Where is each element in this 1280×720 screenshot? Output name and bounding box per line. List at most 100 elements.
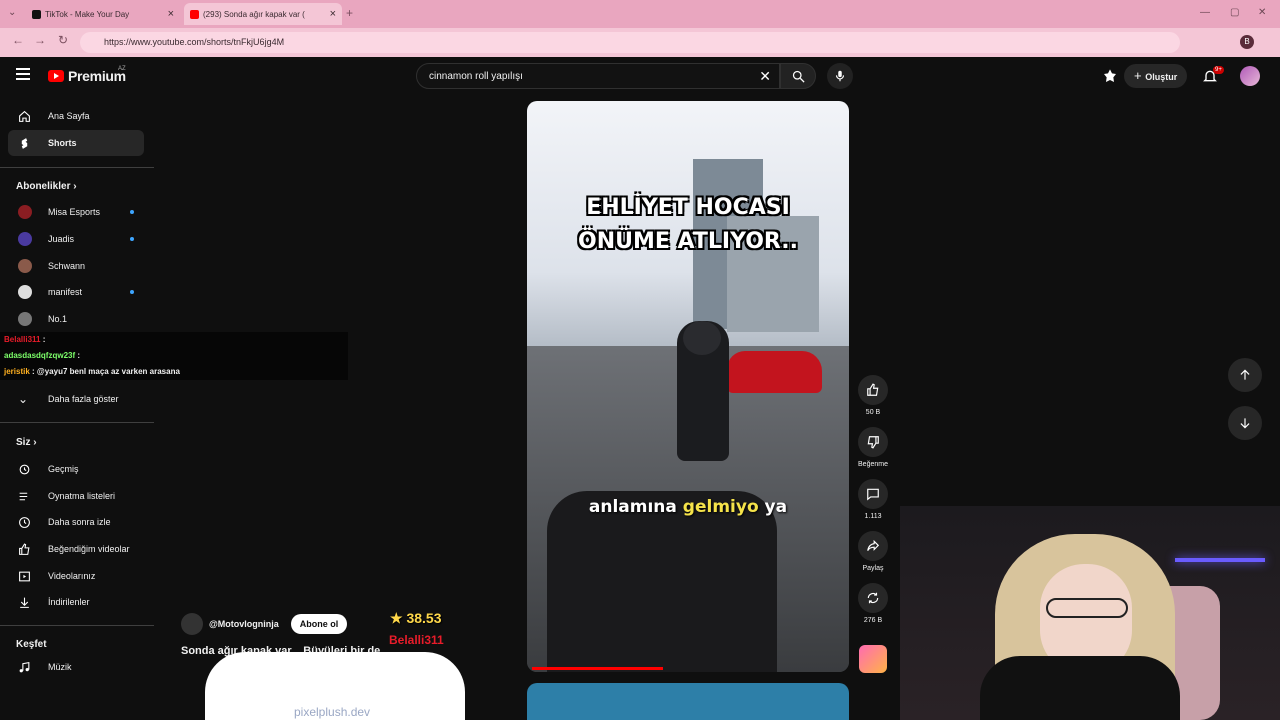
- shorts-camera-icon[interactable]: [1102, 68, 1118, 84]
- search-icon: [792, 70, 805, 83]
- forward-icon[interactable]: →: [34, 33, 46, 47]
- channel-avatar[interactable]: [181, 613, 203, 635]
- sidebar-item-sub[interactable]: No.1: [8, 306, 144, 332]
- subscriptions-header[interactable]: Abonelikler ›: [16, 181, 77, 192]
- youtube-play-icon: [48, 70, 64, 82]
- tab-youtube[interactable]: (293) Sonda ağır kapak var ( ×: [184, 3, 342, 25]
- tab-title: (293) Sonda ağır kapak var (: [203, 9, 305, 19]
- menu-icon[interactable]: [16, 68, 30, 80]
- tab-tiktok[interactable]: TikTok - Make Your Day ×: [26, 3, 180, 25]
- subscribe-button[interactable]: Abone ol: [290, 614, 348, 634]
- sidebar-item-watch-later[interactable]: Daha sonra izle: [8, 509, 144, 535]
- comment-action[interactable]: 1.113: [855, 479, 891, 520]
- short-video-player[interactable]: EHLİYET HOCASI ÖNÜME ATLIYOR.. anlamına …: [527, 101, 849, 672]
- sidebar-item-home[interactable]: Ana Sayfa: [8, 103, 144, 129]
- video-icon: [19, 571, 30, 582]
- url-field[interactable]: https://www.youtube.com/shorts/tnFkjU6jg…: [80, 32, 1180, 53]
- youtube-logo[interactable]: Premium AZ: [48, 66, 126, 84]
- sidebar-item-history[interactable]: Geçmiş: [8, 456, 144, 482]
- close-tab-icon[interactable]: ×: [330, 8, 336, 20]
- like-button[interactable]: [858, 375, 888, 405]
- youtube-page: Premium AZ cinnamon roll yapılışı ✕ + Ol…: [0, 57, 1280, 720]
- divider: [0, 422, 154, 423]
- country-code: AZ: [118, 66, 126, 72]
- chat-text: : @yayu7 benl maça az varken arasana: [32, 367, 180, 376]
- channel-name[interactable]: @Motovlogninja: [209, 619, 279, 629]
- remix-count: 276 B: [863, 617, 883, 624]
- sidebar-item-downloads[interactable]: İndirilenler: [8, 589, 144, 615]
- clock-icon: [19, 517, 30, 528]
- sidebar-item-your-videos[interactable]: Videolarınız: [8, 563, 144, 589]
- chat-text: :: [77, 351, 81, 360]
- dislike-action[interactable]: Beğenme: [855, 427, 891, 468]
- sidebar-item-label: Schwann: [48, 261, 86, 271]
- remix-action[interactable]: 276 B: [855, 583, 891, 624]
- tab-title: TikTok - Make Your Day: [45, 9, 130, 19]
- sidebar-item-music[interactable]: Müzik: [8, 654, 144, 680]
- star-icon: ★: [390, 610, 403, 626]
- comment-button[interactable]: [858, 479, 888, 509]
- close-window-icon[interactable]: ✕: [1258, 7, 1266, 18]
- reload-icon[interactable]: ↻: [58, 33, 68, 47]
- next-short-button[interactable]: [1228, 406, 1262, 440]
- video-progress-bar[interactable]: [532, 667, 664, 670]
- sidebar-item-label: Juadis: [48, 234, 75, 244]
- address-bar-row: ← → ↻ https://www.youtube.com/shorts/tnF…: [0, 28, 1280, 57]
- sidebar-item-playlists[interactable]: Oynatma listeleri: [8, 483, 144, 509]
- sidebar: Ana Sayfa Shorts Abonelikler › Misa Espo…: [0, 97, 154, 720]
- chat-message: adasdasdqfzqw23f :: [0, 348, 348, 364]
- dislike-label: Beğenme: [858, 461, 888, 468]
- home-icon: [19, 110, 30, 122]
- share-action[interactable]: Paylaş: [855, 531, 891, 572]
- music-thumbnail[interactable]: [859, 645, 887, 673]
- sidebar-item-shorts[interactable]: Shorts: [8, 130, 144, 156]
- sidebar-item-sub[interactable]: manifest: [8, 279, 144, 305]
- share-button[interactable]: [858, 531, 888, 561]
- search-button[interactable]: [780, 63, 816, 89]
- tab-menu-icon[interactable]: ⌄: [8, 7, 16, 18]
- new-content-dot: [130, 290, 134, 294]
- sidebar-item-label: manifest: [48, 287, 83, 297]
- sidebar-item-sub[interactable]: Juadis: [8, 226, 144, 252]
- maximize-icon[interactable]: ▢: [1230, 7, 1239, 18]
- you-header[interactable]: Siz ›: [16, 437, 37, 448]
- star-score: ★ 38.53: [390, 610, 442, 627]
- dislike-button[interactable]: [858, 427, 888, 457]
- like-action[interactable]: 50 B: [855, 375, 891, 416]
- previous-short-button[interactable]: [1228, 358, 1262, 392]
- new-tab-icon[interactable]: +: [346, 6, 353, 20]
- chevron-right-icon: ›: [73, 181, 77, 192]
- sidebar-item-label: Ana Sayfa: [48, 111, 90, 121]
- sidebar-item-sub[interactable]: Misa Esports: [8, 199, 144, 225]
- sidebar-item-label: Misa Esports: [48, 207, 101, 217]
- show-more-button[interactable]: ⌄ Daha fazla göster: [8, 386, 144, 412]
- search-input[interactable]: cinnamon roll yapılışı: [429, 71, 523, 82]
- minimize-icon[interactable]: —: [1200, 7, 1210, 18]
- share-label: Paylaş: [862, 565, 884, 572]
- clear-search-icon[interactable]: ✕: [759, 68, 771, 85]
- chat-user: adasdasdqfzqw23f: [4, 351, 76, 360]
- voice-search-button[interactable]: [827, 63, 853, 89]
- channel-avatar: [18, 259, 32, 273]
- thumbs-up-icon: [867, 383, 879, 396]
- channel-avatar: [18, 205, 32, 219]
- next-short-preview[interactable]: [527, 683, 849, 720]
- create-button[interactable]: + Oluştur: [1124, 64, 1188, 88]
- video-helmet: [683, 321, 721, 355]
- profile-icon[interactable]: B: [1240, 35, 1254, 49]
- search-box[interactable]: cinnamon roll yapılışı ✕: [416, 63, 780, 89]
- sidebar-item-label: İndirilenler: [48, 597, 90, 607]
- sidebar-item-liked[interactable]: Beğendiğim videolar: [8, 536, 144, 562]
- caption-line: ÖNÜME ATLIYOR..: [578, 229, 798, 254]
- chat-user: jeristik: [4, 367, 30, 376]
- masthead: Premium AZ cinnamon roll yapılışı ✕ + Ol…: [0, 57, 1280, 97]
- back-icon[interactable]: ←: [12, 33, 24, 47]
- remix-button[interactable]: [858, 583, 888, 613]
- arrow-down-icon: [1240, 418, 1250, 429]
- close-tab-icon[interactable]: ×: [168, 8, 174, 20]
- chevron-right-icon: ›: [33, 437, 37, 448]
- chevron-down-icon: ⌄: [18, 392, 29, 406]
- remix-icon: [867, 592, 879, 604]
- sidebar-item-sub[interactable]: Schwann: [8, 253, 144, 279]
- account-avatar[interactable]: [1240, 66, 1260, 86]
